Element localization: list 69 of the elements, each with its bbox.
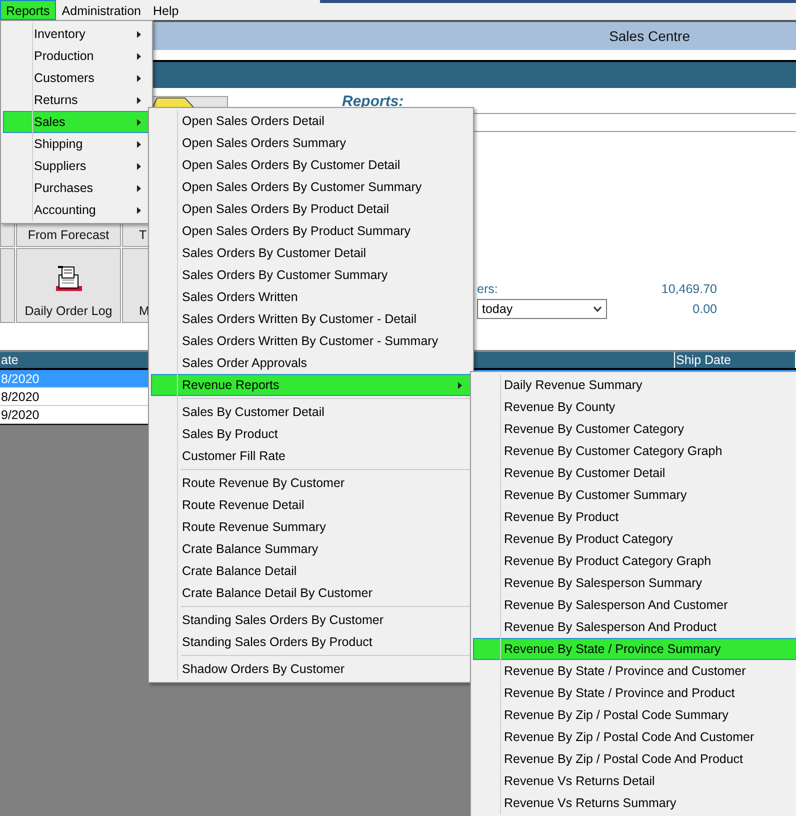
menu-item[interactable]: Open Sales Orders Summary	[151, 132, 471, 154]
period-dropdown[interactable]: today	[477, 299, 607, 319]
menu-item[interactable]: Revenue By Zip / Postal Code And Product	[473, 748, 796, 770]
menu-item[interactable]: Revenue By Customer Detail	[473, 462, 796, 484]
menu-item[interactable]: Accounting	[3, 199, 150, 221]
menu-item[interactable]: Revenue By Zip / Postal Code And Customer	[473, 726, 796, 748]
menu-item[interactable]: Returns	[3, 89, 150, 111]
tool-button[interactable]: Daily Order Log	[16, 248, 121, 323]
menu-item[interactable]: Sales By Customer Detail	[151, 401, 471, 423]
total-value: 0.00	[692, 302, 717, 316]
menu-item[interactable]: Revenue By Salesperson And Product	[473, 616, 796, 638]
total-value: 10,469.70	[660, 282, 717, 296]
menu-item[interactable]: Revenue By Salesperson Summary	[473, 572, 796, 594]
menu-item[interactable]: Revenue By State / Province Summary	[473, 638, 796, 660]
menu-item[interactable]: Sales Orders Written By Customer - Detail	[151, 308, 471, 330]
menu-item[interactable]: Revenue Vs Returns Summary	[473, 792, 796, 814]
menu-item[interactable]: Sales Orders Written By Customer - Summary	[151, 330, 471, 352]
menu-item[interactable]: Production	[3, 45, 150, 67]
menu-item[interactable]: Crate Balance Summary	[151, 538, 471, 560]
menu-item[interactable]: Open Sales Orders By Customer Detail	[151, 154, 471, 176]
page-title: Sales Centre	[609, 28, 690, 44]
menu-item[interactable]: Revenue By Customer Summary	[473, 484, 796, 506]
menu-item[interactable]: Crate Balance Detail	[151, 560, 471, 582]
menu-item[interactable]: Standing Sales Orders By Product	[151, 631, 471, 653]
menu-item[interactable]: Sales Orders By Customer Summary	[151, 264, 471, 286]
menu-item[interactable]: Revenue By Customer Category	[473, 418, 796, 440]
menu-item[interactable]: Revenue By Salesperson And Customer	[473, 594, 796, 616]
menu-item[interactable]: Revenue By State / Province and Product	[473, 682, 796, 704]
menu-item[interactable]: Sales By Product	[151, 423, 471, 445]
text-field[interactable]	[471, 113, 796, 132]
menu-item[interactable]: Route Revenue By Customer	[151, 472, 471, 494]
menu-item[interactable]: Customer Fill Rate	[151, 445, 471, 467]
menu-item[interactable]: Open Sales Orders By Product Detail	[151, 198, 471, 220]
menu-item[interactable]: Route Revenue Summary	[151, 516, 471, 538]
menu-item[interactable]: Sales Orders By Customer Detail	[151, 242, 471, 264]
menu-item[interactable]: Open Sales Orders Detail	[151, 110, 471, 132]
menu-item[interactable]: Revenue By County	[473, 396, 796, 418]
menu-item[interactable]: Sales	[3, 111, 150, 133]
menu-item[interactable]: Revenue By Zip / Postal Code Summary	[473, 704, 796, 726]
menu-item[interactable]: Customers	[3, 67, 150, 89]
section-heading: Reports:	[342, 93, 405, 110]
menu-item[interactable]: Standing Sales Orders By Customer	[151, 609, 471, 631]
menu-item[interactable]: Sales Order Approvals	[151, 352, 471, 374]
menu-item[interactable]: Revenue Reports	[151, 374, 471, 396]
menu-item[interactable]: Revenue By State / Province and Customer	[473, 660, 796, 682]
menu-bar-item[interactable]: Administration	[56, 0, 147, 20]
menu-item[interactable]: Suppliers	[3, 155, 150, 177]
menu-item[interactable]: Purchases	[3, 177, 150, 199]
printer-icon	[54, 264, 84, 294]
menu-item[interactable]: Inventory	[3, 23, 150, 45]
chevron-down-icon	[593, 306, 602, 312]
menu-item[interactable]: Revenue By Customer Category Graph	[473, 440, 796, 462]
tool-button[interactable]	[0, 248, 15, 323]
menu-item[interactable]: Shadow Orders By Customer	[151, 658, 471, 680]
total-label: ers:	[477, 282, 499, 296]
menu-item[interactable]: Open Sales Orders By Product Summary	[151, 220, 471, 242]
menu-item[interactable]: Revenue By Product Category Graph	[473, 550, 796, 572]
menu-bar-item[interactable]: Help	[146, 0, 185, 20]
menu-item[interactable]: Revenue By Product	[473, 506, 796, 528]
menu-item[interactable]: Open Sales Orders By Customer Summary	[151, 176, 471, 198]
menu-item[interactable]: Daily Revenue Summary	[473, 374, 796, 396]
menu-item[interactable]: Sales Orders Written	[151, 286, 471, 308]
menu-item[interactable]: Revenue Vs Returns Detail	[473, 770, 796, 792]
menu-item[interactable]: Shipping	[3, 133, 150, 155]
menu-item[interactable]: Revenue By Product Category	[473, 528, 796, 550]
menu-bar-item[interactable]: Reports	[0, 0, 56, 20]
column-header[interactable]: Ship Date	[675, 352, 796, 368]
menu-item[interactable]: Crate Balance Detail By Customer	[151, 582, 471, 604]
menu-item[interactable]: Route Revenue Detail	[151, 494, 471, 516]
